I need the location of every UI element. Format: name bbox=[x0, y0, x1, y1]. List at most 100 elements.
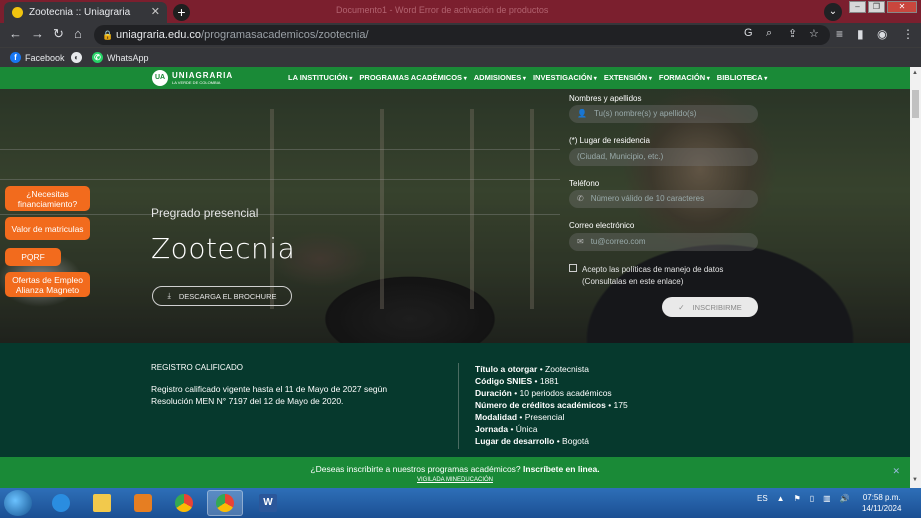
home-icon[interactable]: ⌂ bbox=[74, 26, 82, 41]
bookmark-whatsapp[interactable]: ✆ WhatsApp bbox=[92, 52, 149, 63]
pqrf-button[interactable]: PQRF bbox=[5, 248, 61, 266]
banner-close-icon[interactable]: ✕ bbox=[892, 466, 900, 477]
fact-row: Modalidad • Presencial bbox=[475, 412, 565, 422]
tab-search-icon[interactable]: ⌄ bbox=[824, 3, 842, 21]
folder-icon bbox=[93, 494, 111, 512]
submit-button[interactable]: ✓ INSCRIBIRME bbox=[662, 297, 758, 317]
mail-icon: ✉ bbox=[577, 237, 584, 246]
menu-item-programas[interactable]: PROGRAMAS ACADÉMICOS bbox=[359, 73, 466, 82]
check-icon: ✓ bbox=[678, 302, 685, 312]
zoom-icon[interactable]: ⌕ bbox=[766, 27, 772, 40]
window-controls: – ❐ ✕ bbox=[849, 1, 917, 13]
bookmark-label: WhatsApp bbox=[107, 52, 149, 63]
menu-item-formacion[interactable]: FORMACIÓN bbox=[659, 73, 710, 82]
page-title: Zootecnia bbox=[151, 232, 296, 265]
email-label: Correo electrónico bbox=[569, 221, 635, 230]
menu-item-institucion[interactable]: LA INSTITUCIÓN bbox=[288, 73, 352, 82]
scroll-thumb[interactable] bbox=[912, 90, 919, 118]
restore-icon[interactable]: ❐ bbox=[868, 1, 885, 13]
phone-field[interactable]: ✆ Número válido de 10 caracteres bbox=[569, 190, 758, 208]
window-close-icon[interactable]: ✕ bbox=[887, 1, 917, 13]
back-icon[interactable]: ← bbox=[9, 26, 22, 41]
menu-item-biblioteca[interactable]: BIBLIOTECA bbox=[717, 73, 768, 82]
media-player-icon bbox=[134, 494, 152, 512]
address-bar[interactable]: 🔒 uniagraria.edu.co/programasacademicos/… bbox=[94, 25, 830, 45]
residence-field[interactable]: (Ciudad, Municipio, etc.) bbox=[569, 148, 758, 166]
registro-title: REGISTRO CALIFICADO bbox=[151, 363, 244, 372]
chrome-icon bbox=[175, 494, 193, 512]
scroll-down-icon[interactable]: ▼ bbox=[912, 477, 918, 483]
bookmark-globe[interactable]: ◐ bbox=[71, 52, 82, 63]
battery-icon[interactable]: ▯ bbox=[810, 494, 814, 503]
reload-icon[interactable]: ↻ bbox=[53, 26, 64, 42]
language-indicator[interactable]: ES bbox=[757, 494, 768, 503]
flag-icon[interactable]: ⚑ bbox=[794, 494, 801, 503]
minimize-icon[interactable]: – bbox=[849, 1, 866, 13]
fact-row: Jornada • Única bbox=[475, 424, 538, 434]
page-scrollbar[interactable]: ▲ ▼ bbox=[910, 67, 921, 488]
email-field[interactable]: ✉ tu@correo.com bbox=[569, 233, 758, 251]
consent-text: Acepto las políticas de manejo de datos … bbox=[582, 264, 762, 288]
chrome-active-taskbar-button[interactable] bbox=[207, 490, 243, 516]
network-icon[interactable]: ▥ bbox=[823, 494, 831, 503]
windows-taskbar: W ES ▲ ⚑ ▯ ▥ 🔊 07:58 p.m. 14/11/2024 bbox=[0, 488, 921, 518]
menu-item-extension[interactable]: EXTENSIÓN bbox=[604, 73, 652, 82]
site-search-icon[interactable]: ⌕ bbox=[750, 72, 755, 83]
scroll-up-icon[interactable]: ▲ bbox=[912, 70, 918, 76]
lock-icon: 🔒 bbox=[102, 30, 114, 40]
program-info-section: REGISTRO CALIFICADO Registro calificado … bbox=[0, 343, 910, 457]
name-field[interactable]: 👤 Tu(s) nombre(s) y apellido(s) bbox=[569, 105, 758, 123]
logo-mark-icon: UA bbox=[152, 70, 168, 86]
site-navbar: UA UNIAGRARIA LA VERDE DE COLOMBIA LA IN… bbox=[0, 67, 910, 89]
menu-item-investigacion[interactable]: INVESTIGACIÓN bbox=[533, 73, 597, 82]
tray-arrow-icon[interactable]: ▲ bbox=[777, 494, 785, 503]
start-button[interactable] bbox=[4, 490, 32, 516]
site-favicon-icon bbox=[12, 7, 23, 18]
residence-placeholder: (Ciudad, Municipio, etc.) bbox=[577, 152, 664, 161]
banner-cta-link[interactable]: Inscríbete en linea. bbox=[523, 464, 600, 474]
banner-question: ¿Deseas inscribirte a nuestros programas… bbox=[310, 464, 521, 474]
bookmark-star-icon[interactable]: ☆ bbox=[809, 27, 819, 40]
brochure-label: DESCARGA EL BROCHURE bbox=[178, 291, 277, 301]
menu-item-admisiones[interactable]: ADMISIONES bbox=[474, 73, 526, 82]
vigilada-link[interactable]: VIGILADA MINEDUCACIÓN bbox=[0, 477, 910, 483]
hero-overlay bbox=[0, 89, 910, 343]
profile-avatar-icon[interactable]: ◉ bbox=[877, 27, 887, 41]
ie-taskbar-button[interactable] bbox=[43, 490, 79, 516]
share-icon[interactable]: ⇪ bbox=[788, 27, 797, 40]
tuition-button[interactable]: Valor de matriculas bbox=[5, 217, 90, 240]
forward-icon[interactable]: → bbox=[31, 26, 44, 41]
consent-link[interactable]: (Consultalas en este enlace) bbox=[582, 276, 762, 288]
job-offers-button[interactable]: Ofertas de Empleo Alianza Magneto bbox=[5, 272, 90, 297]
consent-checkbox[interactable] bbox=[569, 264, 577, 272]
fact-row: Lugar de desarrollo • Bogotá bbox=[475, 436, 589, 446]
user-icon: 👤 bbox=[577, 109, 587, 118]
whatsapp-icon: ✆ bbox=[92, 52, 103, 63]
tab-close-icon[interactable]: ✕ bbox=[151, 5, 160, 18]
media-taskbar-button[interactable] bbox=[125, 490, 161, 516]
tab-title: Zootecnia :: Uniagraria bbox=[29, 7, 131, 18]
system-tray: ES ▲ ⚑ ▯ ▥ 🔊 bbox=[757, 494, 850, 503]
bookmarks-bar: f Facebook ◐ ✆ WhatsApp bbox=[0, 47, 921, 67]
google-icon[interactable]: G bbox=[744, 27, 753, 39]
chrome-taskbar-button[interactable] bbox=[166, 490, 202, 516]
menu-kebab-icon[interactable]: ⋮ bbox=[902, 27, 914, 41]
name-placeholder: Tu(s) nombre(s) y apellido(s) bbox=[593, 109, 697, 118]
financing-button[interactable]: ¿Necesitas financiamiento? bbox=[5, 186, 90, 211]
ie-icon bbox=[52, 494, 70, 512]
bookmark-facebook[interactable]: f Facebook bbox=[10, 52, 65, 63]
download-icon: ⤓ bbox=[167, 291, 171, 300]
uniagraria-logo[interactable]: UA UNIAGRARIA LA VERDE DE COLOMBIA bbox=[152, 70, 233, 86]
volume-icon[interactable]: 🔊 bbox=[840, 494, 850, 503]
explorer-taskbar-button[interactable] bbox=[84, 490, 120, 516]
tab-zootecnia[interactable]: Zootecnia :: Uniagraria ✕ bbox=[4, 2, 167, 23]
phone-placeholder: Número válido de 10 caracteres bbox=[590, 194, 705, 203]
new-tab-button[interactable]: + bbox=[173, 4, 190, 21]
word-taskbar-button[interactable]: W bbox=[250, 490, 286, 516]
system-clock[interactable]: 07:58 p.m. 14/11/2024 bbox=[862, 492, 901, 514]
download-brochure-button[interactable]: ⤓ DESCARGA EL BROCHURE bbox=[152, 286, 292, 306]
side-panel-icon[interactable]: ▮ bbox=[857, 27, 864, 41]
bookmark-label: Facebook bbox=[25, 52, 65, 63]
reading-list-icon[interactable]: ≡ bbox=[836, 27, 843, 41]
browser-toolbar: ← → ↻ ⌂ 🔒 uniagraria.edu.co/programasaca… bbox=[0, 23, 921, 47]
